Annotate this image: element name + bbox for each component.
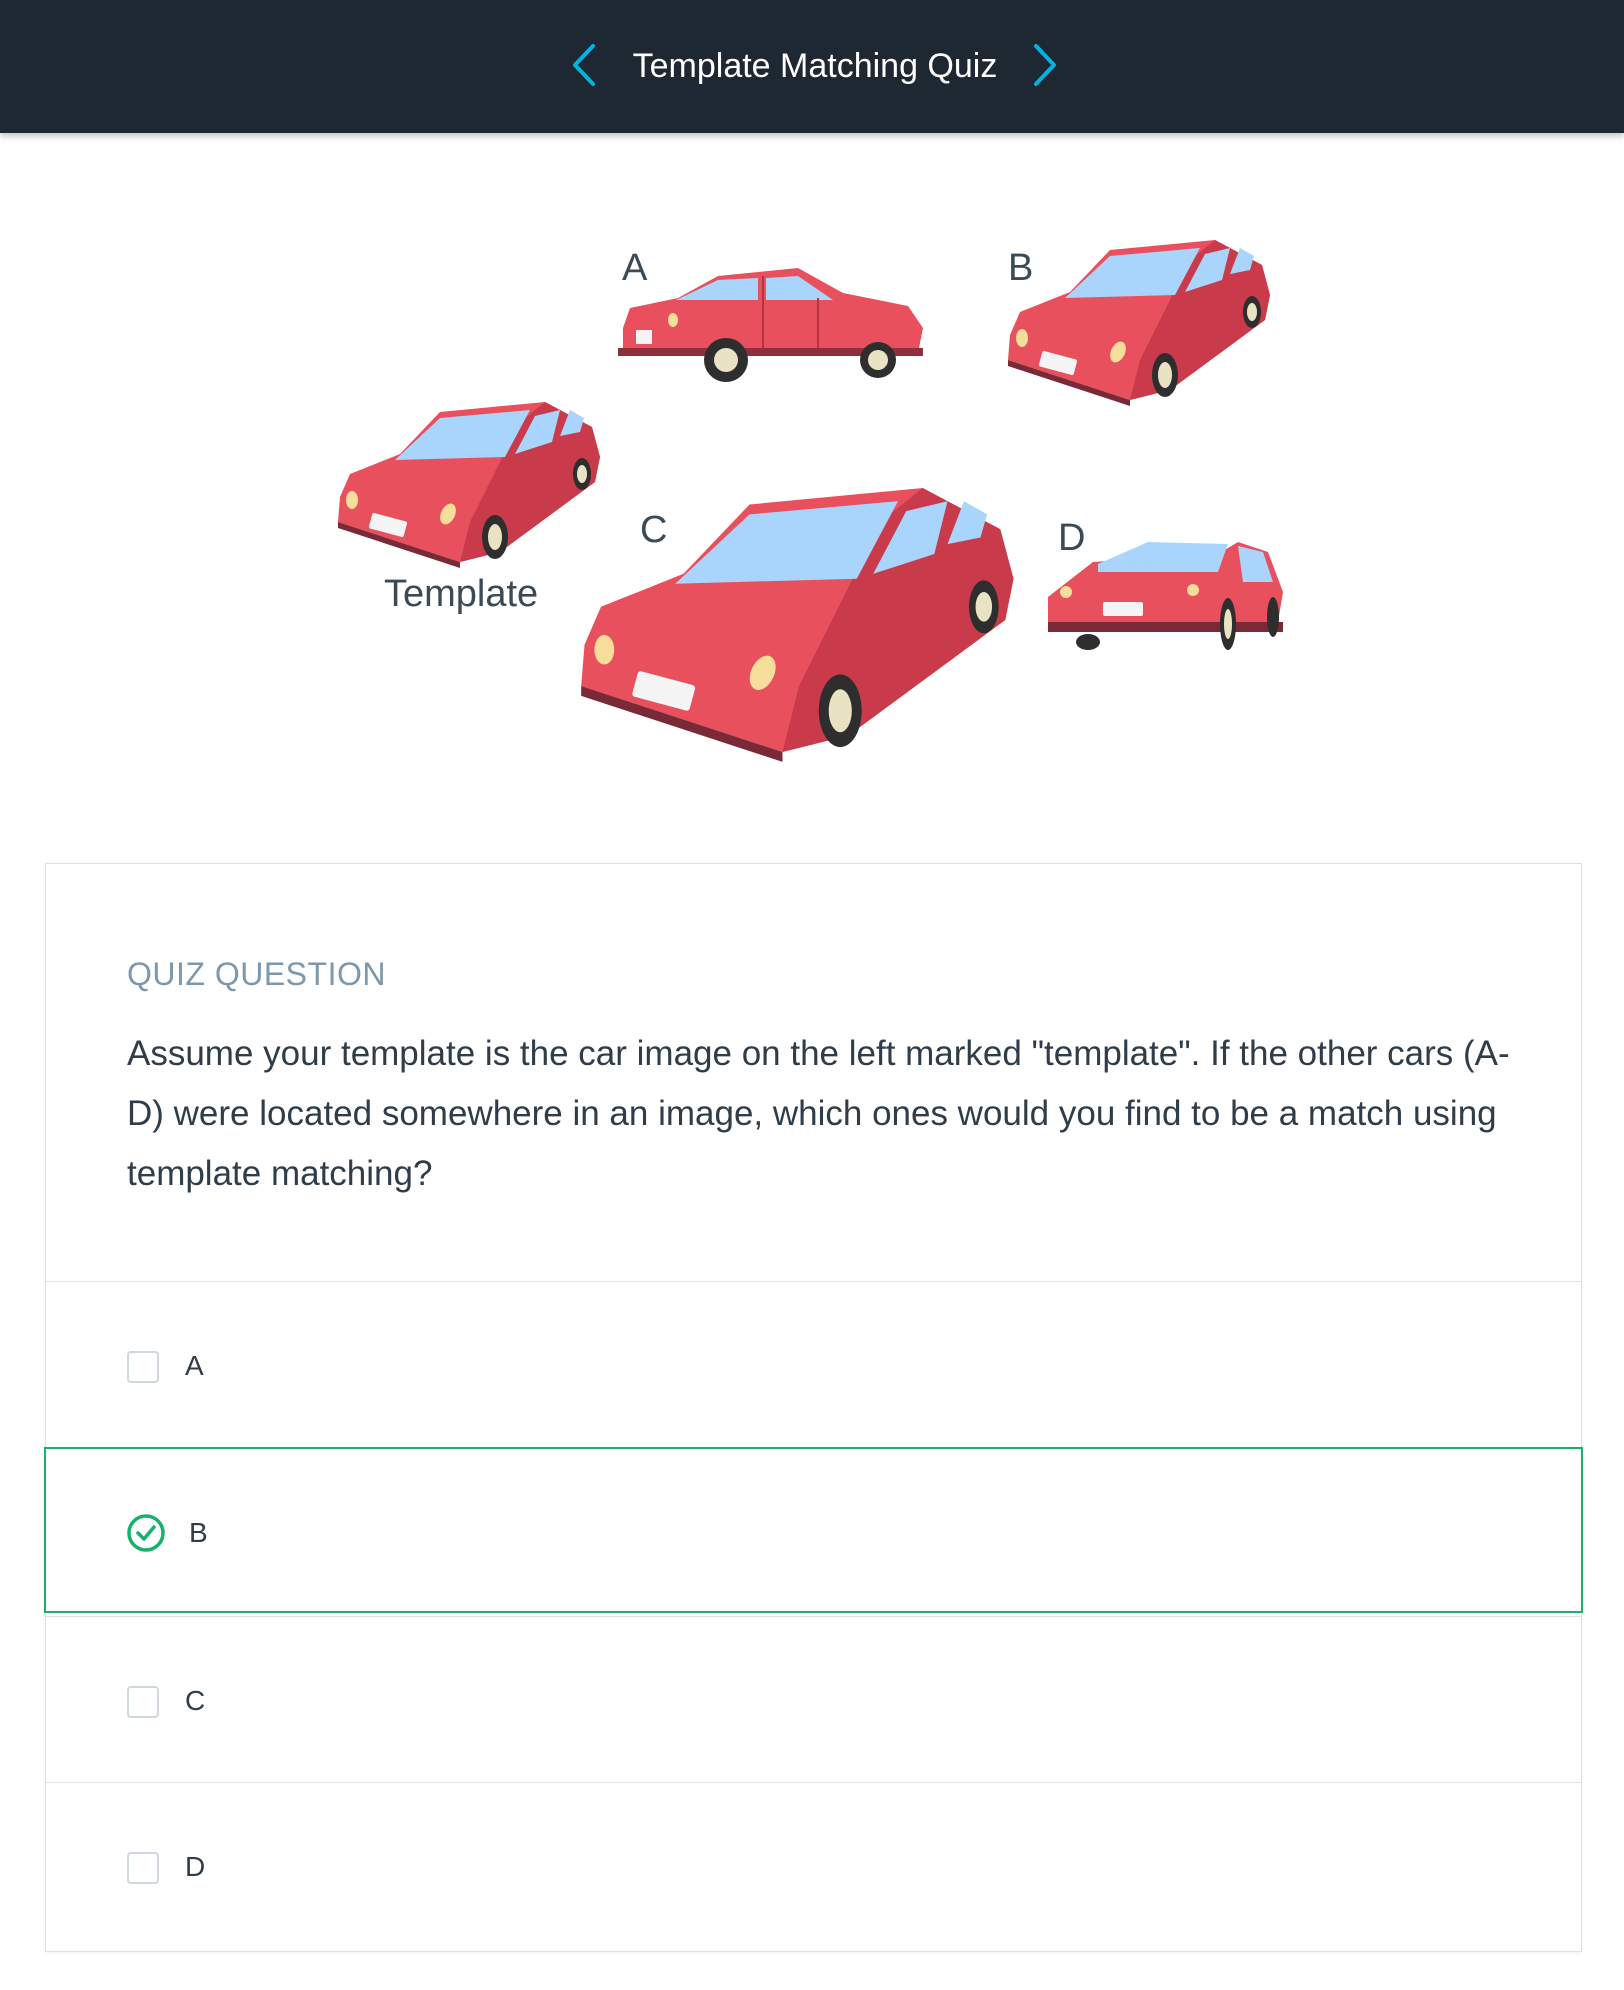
label-a: A [622, 247, 648, 289]
cars-illustration [338, 240, 1283, 762]
chevron-right-icon[interactable] [1024, 40, 1064, 90]
chevron-left-icon[interactable] [565, 40, 605, 90]
car-b [1008, 240, 1270, 406]
checkbox[interactable] [127, 1351, 159, 1383]
label-d: D [1058, 517, 1086, 559]
option-c[interactable]: C [46, 1616, 1581, 1782]
check-circle-icon[interactable] [126, 1513, 166, 1553]
option-d[interactable]: D [46, 1782, 1581, 1948]
checkbox[interactable] [127, 1852, 159, 1884]
option-label: D [185, 1851, 206, 1882]
label-c: C [640, 509, 668, 551]
quiz-card: QUIZ QUESTION Assume your template is th… [44, 863, 1583, 1952]
page-title: Template Matching Quiz [632, 47, 998, 85]
option-label: C [185, 1685, 206, 1716]
quiz-kicker: QUIZ QUESTION [127, 956, 386, 992]
label-template: Template [384, 573, 539, 615]
top-bar: Template Matching Quiz [0, 0, 1624, 133]
option-label: B [189, 1517, 208, 1548]
car-a [617, 267, 924, 383]
option-label: A [185, 1350, 204, 1381]
question-text: Assume your template is the car image on… [127, 1034, 1510, 1193]
checkbox[interactable] [127, 1686, 159, 1718]
template-car [338, 402, 600, 568]
option-a[interactable]: A [46, 1281, 1581, 1447]
template-matching-figure: Template A B C D [300, 220, 1320, 780]
option-b[interactable]: B [44, 1447, 1583, 1613]
label-b: B [1008, 247, 1034, 289]
